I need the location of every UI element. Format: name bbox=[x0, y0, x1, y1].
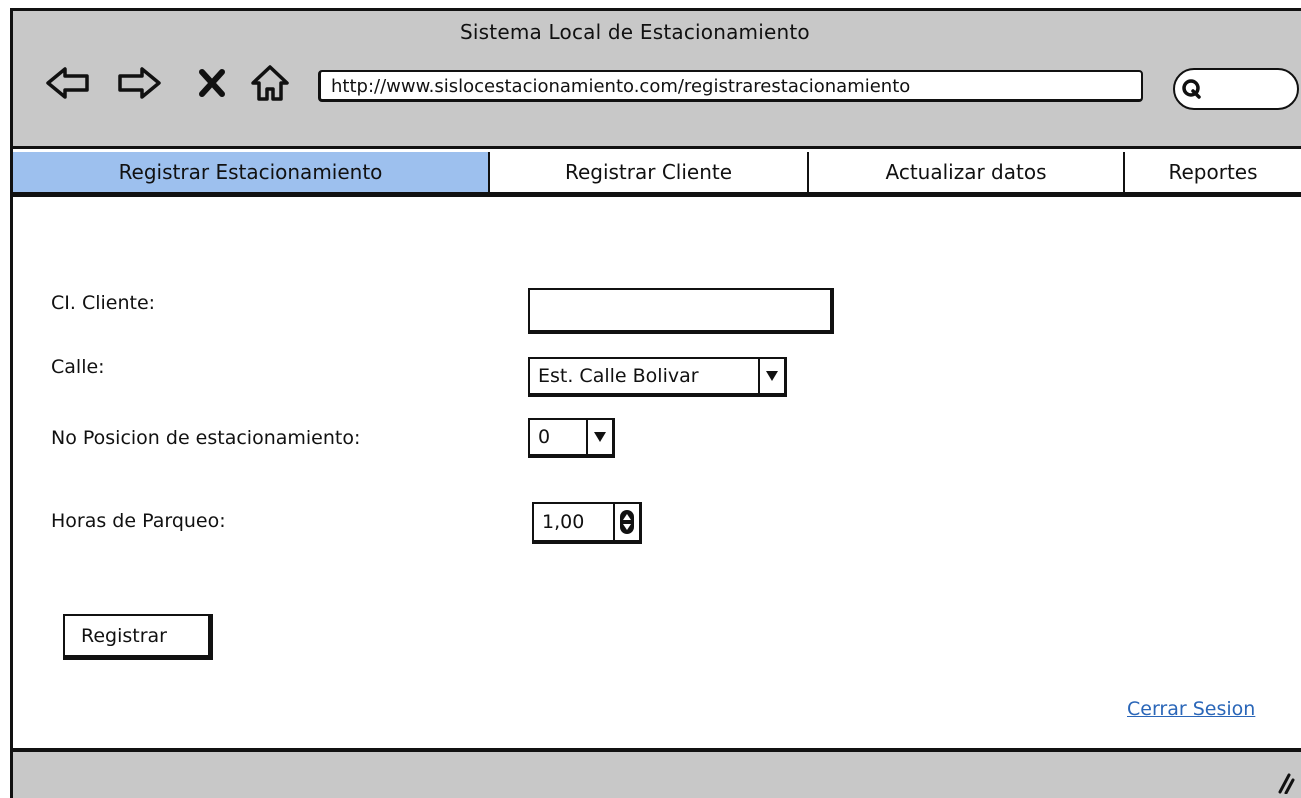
main-nav-tabs: Registrar Estacionamiento Registrar Clie… bbox=[13, 152, 1301, 197]
calle-selected-value: Est. Calle Bolivar bbox=[538, 365, 699, 387]
ci-cliente-input[interactable] bbox=[528, 288, 834, 334]
home-icon[interactable] bbox=[249, 63, 291, 103]
tab-label: Registrar Estacionamiento bbox=[118, 160, 383, 184]
browser-search-box[interactable] bbox=[1173, 68, 1299, 110]
browser-chrome: Sistema Local de Estacionamiento http://… bbox=[13, 11, 1301, 149]
search-icon bbox=[1181, 78, 1203, 100]
tab-registrar-cliente[interactable]: Registrar Cliente bbox=[490, 152, 809, 192]
horas-label: Horas de Parqueo: bbox=[51, 510, 226, 532]
ci-cliente-label: CI. Cliente: bbox=[51, 292, 156, 314]
registrar-button[interactable]: Registrar bbox=[63, 614, 213, 660]
posicion-selected-value: 0 bbox=[538, 426, 551, 448]
calle-select[interactable]: Est. Calle Bolivar bbox=[528, 357, 787, 397]
horas-value: 1,00 bbox=[542, 511, 585, 533]
posicion-label: No Posicion de estacionamiento: bbox=[51, 427, 361, 449]
tab-label: Registrar Cliente bbox=[564, 160, 733, 184]
tab-registrar-estacionamiento[interactable]: Registrar Estacionamiento bbox=[13, 152, 490, 192]
forward-arrow-icon[interactable] bbox=[116, 65, 162, 101]
back-arrow-icon[interactable] bbox=[45, 65, 91, 101]
tab-label: Reportes bbox=[1168, 160, 1258, 184]
tab-reportes[interactable]: Reportes bbox=[1125, 152, 1301, 192]
horas-stepper[interactable]: 1,00 bbox=[532, 502, 642, 544]
close-icon[interactable] bbox=[197, 67, 227, 99]
address-bar[interactable]: http://www.sislocestacionamiento.com/reg… bbox=[318, 70, 1143, 102]
cerrar-sesion-link[interactable]: Cerrar Sesion bbox=[1127, 698, 1255, 720]
calle-label: Calle: bbox=[51, 356, 105, 378]
chevron-down-icon[interactable] bbox=[586, 420, 612, 454]
registrar-button-label: Registrar bbox=[81, 624, 167, 647]
spin-updown-icon[interactable] bbox=[613, 504, 639, 540]
posicion-select[interactable]: 0 bbox=[528, 418, 615, 458]
url-text: http://www.sislocestacionamiento.com/reg… bbox=[331, 76, 911, 97]
window-title: Sistema Local de Estacionamiento bbox=[460, 20, 810, 44]
resize-grip-icon[interactable] bbox=[1277, 772, 1295, 795]
chevron-down-icon[interactable] bbox=[758, 359, 784, 393]
tab-actualizar-datos[interactable]: Actualizar datos bbox=[809, 152, 1125, 192]
status-bar bbox=[13, 748, 1301, 798]
tab-label: Actualizar datos bbox=[885, 160, 1047, 184]
